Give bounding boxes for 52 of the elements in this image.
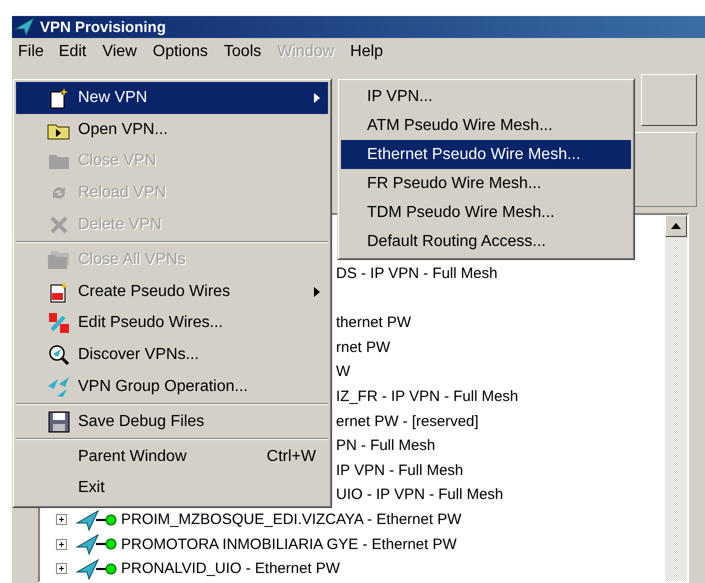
new-document-icon bbox=[49, 86, 69, 109]
tree-item[interactable]: W bbox=[336, 363, 350, 380]
expand-toggle-icon[interactable] bbox=[56, 538, 67, 550]
tree-item[interactable]: IZ_FR - IP VPN - Full Mesh bbox=[336, 388, 518, 406]
menu-option[interactable]: Ethernet Pseudo Wire Mesh... bbox=[341, 140, 631, 169]
expand-toggle-icon[interactable] bbox=[56, 514, 67, 526]
tree-item[interactable]: UIO - IP VPN - Full Mesh bbox=[336, 486, 504, 504]
menu-item[interactable]: Edit bbox=[52, 39, 94, 66]
menu-option[interactable]: FR Pseudo Wire Mesh... bbox=[341, 169, 631, 198]
menu-option[interactable]: Discover VPNs... bbox=[16, 339, 328, 372]
airplane-icon bbox=[14, 17, 36, 38]
menu-option[interactable]: Save Debug Files bbox=[16, 406, 328, 438]
tree-item[interactable]: ernet PW - [reserved] bbox=[336, 412, 479, 430]
menu-option[interactable]: Open VPN... bbox=[16, 114, 328, 146]
folders-icon bbox=[47, 248, 71, 271]
pw-document-icon bbox=[49, 280, 69, 303]
menu-option[interactable]: Exit bbox=[16, 472, 328, 504]
tree-item[interactable]: PN - Full Mesh bbox=[336, 437, 436, 454]
tree-item[interactable]: thernet PW bbox=[336, 314, 412, 332]
menu-option[interactable]: Parent Window Ctrl+W bbox=[16, 440, 328, 473]
menu-option[interactable]: New VPN bbox=[16, 82, 328, 114]
toolbar-button[interactable] bbox=[641, 74, 697, 126]
tree-item[interactable]: DS - IP VPN - Full Mesh bbox=[336, 265, 498, 282]
search-icon bbox=[48, 344, 70, 366]
menu-item[interactable]: Options bbox=[146, 39, 215, 66]
menu-option[interactable]: Edit Pseudo Wires... bbox=[16, 308, 328, 340]
airplane-status-icon bbox=[76, 508, 118, 531]
delete-icon bbox=[49, 215, 69, 236]
tree-item[interactable]: PROIM_MZBOSQUE_EDI.VIZCAYA - Ethernet PW bbox=[121, 511, 462, 528]
menu-item[interactable]: Tools bbox=[216, 39, 268, 66]
menu-option[interactable]: IP VPN... bbox=[341, 82, 631, 111]
airplane-status-icon bbox=[76, 533, 118, 556]
menu-item[interactable]: Help bbox=[343, 39, 390, 66]
expand-toggle-icon[interactable] bbox=[56, 563, 67, 574]
window-title: VPN Provisioning bbox=[40, 18, 166, 36]
menu-item[interactable]: View bbox=[95, 39, 144, 66]
menu-option[interactable]: VPN Group Operation... bbox=[16, 371, 328, 403]
menu-item[interactable]: File bbox=[12, 40, 50, 64]
up-arrow-icon bbox=[671, 223, 681, 230]
scrollbar[interactable] bbox=[665, 215, 687, 581]
airplanes-icon bbox=[47, 376, 71, 398]
tree-item[interactable]: PRONALVID_UIO - Ethernet PW bbox=[121, 560, 340, 578]
menu-option[interactable]: Create Pseudo Wires bbox=[16, 276, 328, 308]
scroll-up-button[interactable] bbox=[665, 215, 687, 238]
menu-option[interactable]: Default Routing Access... bbox=[341, 227, 631, 256]
tree-item[interactable]: IP VPN - Full Mesh bbox=[336, 462, 464, 479]
menu-option[interactable]: TDM Pseudo Wire Mesh... bbox=[341, 198, 631, 227]
airplane-status-icon bbox=[76, 558, 118, 580]
tree-item[interactable]: PROMOTORA INMOBILIARIA GYE - Ethernet PW bbox=[121, 536, 457, 553]
menu-option[interactable]: ATM Pseudo Wire Mesh... bbox=[341, 111, 631, 140]
folder-icon bbox=[48, 152, 70, 170]
tree-item[interactable]: rnet PW bbox=[336, 338, 390, 356]
